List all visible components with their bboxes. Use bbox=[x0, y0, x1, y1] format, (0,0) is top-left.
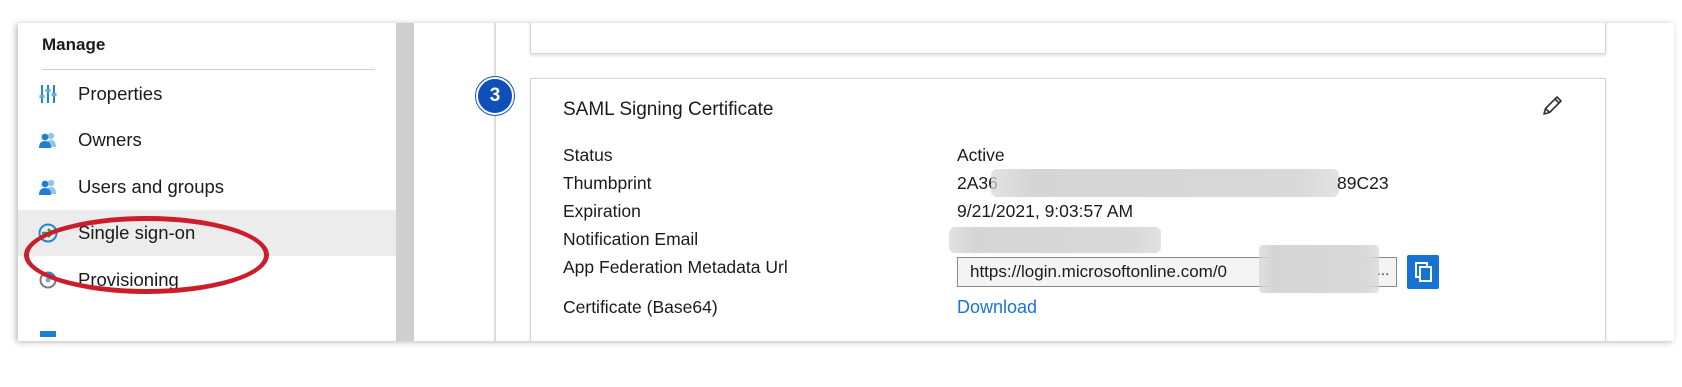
pencil-icon[interactable] bbox=[1538, 92, 1566, 120]
status-row: Status Active bbox=[563, 145, 1563, 171]
nav-scrollbar[interactable] bbox=[396, 23, 414, 341]
card-title: SAML Signing Certificate bbox=[563, 99, 774, 120]
nav-item-label: Owners bbox=[78, 129, 142, 150]
metadata-url-label: App Federation Metadata Url bbox=[563, 257, 788, 277]
expiration-row: Expiration 9/21/2021, 9:03:57 AM bbox=[563, 201, 1563, 227]
copy-to-clipboard-button[interactable] bbox=[1407, 255, 1439, 289]
nav-item-label: Properties bbox=[78, 83, 163, 104]
metadata-url-row: App Federation Metadata Url https://logi… bbox=[563, 245, 1563, 293]
redacted-email bbox=[949, 227, 1161, 253]
thumbprint-label: Thumbprint bbox=[563, 173, 652, 193]
nav-item-owners[interactable]: Owners bbox=[18, 117, 396, 163]
manage-nav: Manage Properties Owners Users and group… bbox=[18, 23, 396, 341]
single-sign-on-icon bbox=[38, 223, 58, 243]
nav-item-label: Users and groups bbox=[78, 176, 225, 197]
nav-item-users-and-groups[interactable]: Users and groups bbox=[18, 164, 396, 210]
download-certificate-link[interactable]: Download bbox=[957, 297, 1037, 318]
nav-item-label: Single sign-on bbox=[78, 222, 196, 243]
users-groups-icon bbox=[39, 179, 56, 195]
metadata-url-text: https://login.microsoftonline.com/0 bbox=[970, 262, 1228, 281]
nav-item-properties[interactable]: Properties bbox=[18, 71, 396, 117]
copy-icon bbox=[1415, 262, 1432, 282]
owners-icon bbox=[39, 132, 56, 148]
status-label: Status bbox=[563, 145, 613, 165]
status-value: Active bbox=[957, 145, 1005, 165]
notification-email-row: Notification Email bbox=[563, 227, 1563, 255]
properties-icon bbox=[39, 85, 57, 103]
previous-section-card bbox=[530, 23, 1606, 54]
certificate-base64-label: Certificate (Base64) bbox=[563, 297, 718, 317]
nav-item-partial[interactable] bbox=[18, 304, 396, 341]
nav-item-provisioning[interactable]: Provisioning bbox=[18, 257, 396, 303]
notification-email-label: Notification Email bbox=[563, 229, 699, 249]
nav-divider bbox=[42, 69, 375, 70]
nav-item-single-sign-on[interactable]: Single sign-on bbox=[18, 210, 396, 256]
expiration-value: 9/21/2021, 9:03:57 AM bbox=[957, 201, 1134, 221]
provisioning-icon bbox=[39, 271, 57, 289]
redacted-thumbprint bbox=[991, 169, 1339, 197]
thumbprint-suffix: 89C23 bbox=[1337, 173, 1389, 193]
app-window: Manage Properties Owners Users and group… bbox=[18, 23, 1674, 341]
expiration-label: Expiration bbox=[563, 201, 641, 221]
partial-nav-icon bbox=[40, 331, 56, 337]
step-connector bbox=[494, 23, 496, 341]
thumbprint-row: Thumbprint 2A36 89C23 bbox=[563, 169, 1563, 199]
nav-heading: Manage bbox=[42, 35, 106, 54]
step-badge: 3 bbox=[476, 77, 514, 115]
certificate-base64-row: Certificate (Base64) Download bbox=[563, 297, 1563, 323]
saml-signing-certificate-card: SAML Signing Certificate Status Active T… bbox=[530, 78, 1606, 341]
redacted-url bbox=[1259, 245, 1379, 293]
nav-item-label: Provisioning bbox=[78, 269, 179, 290]
